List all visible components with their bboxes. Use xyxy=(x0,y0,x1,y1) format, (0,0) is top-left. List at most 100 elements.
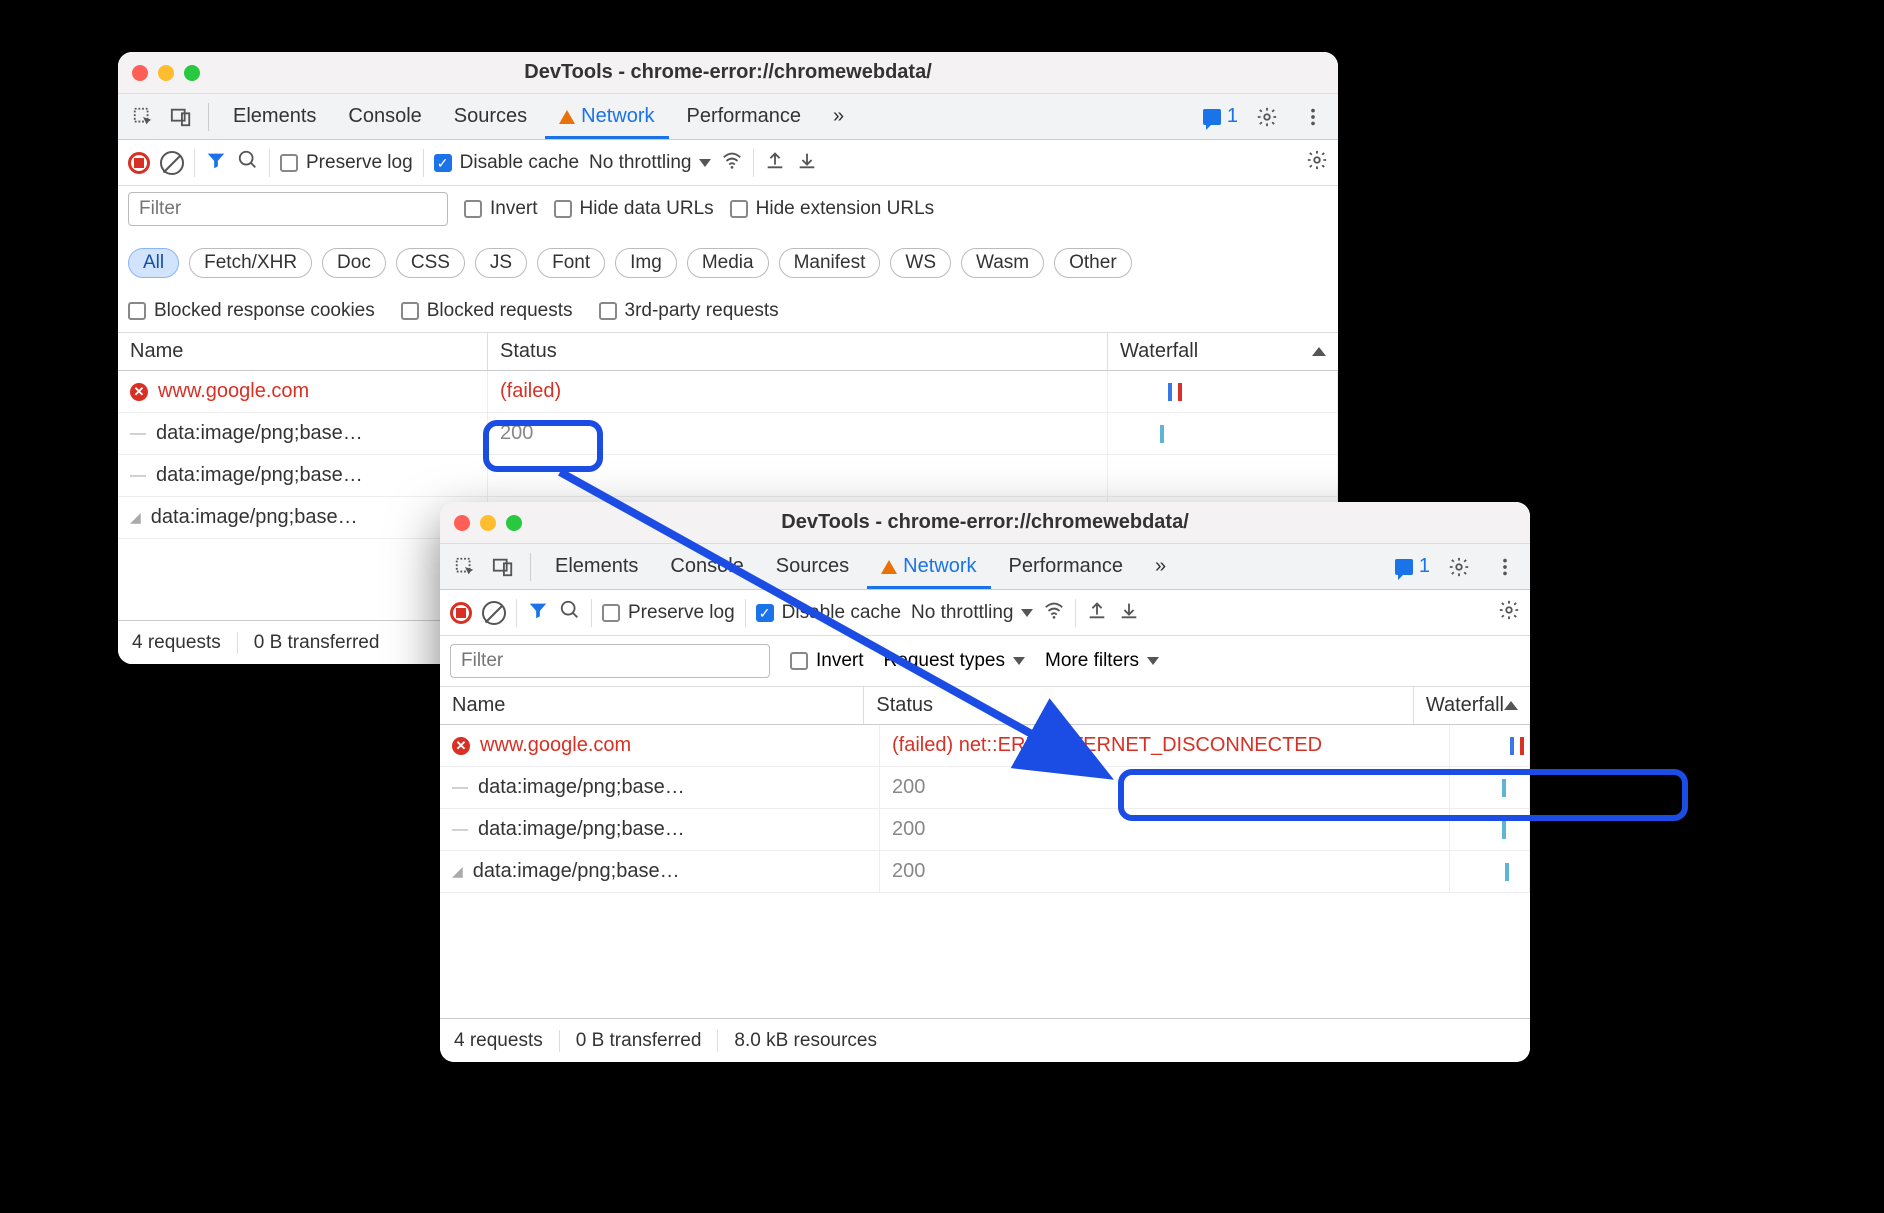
record-button[interactable] xyxy=(450,602,472,624)
tab-network[interactable]: Network xyxy=(867,544,990,589)
search-icon[interactable] xyxy=(237,149,259,177)
preserve-log-checkbox[interactable]: Preserve log xyxy=(280,152,413,174)
tab-sources[interactable]: Sources xyxy=(762,544,863,589)
pill-media[interactable]: Media xyxy=(687,248,769,278)
table-row[interactable]: —data:image/png;base… xyxy=(118,455,1338,497)
filter-toggle-icon[interactable] xyxy=(205,149,227,177)
network-conditions-icon[interactable] xyxy=(721,149,743,177)
upload-har-icon[interactable] xyxy=(1086,599,1108,627)
upload-har-icon[interactable] xyxy=(764,149,786,177)
search-icon[interactable] xyxy=(559,599,581,627)
table-row[interactable]: —data:image/png;base… 200 xyxy=(118,413,1338,455)
col-name[interactable]: Name xyxy=(118,333,488,370)
pill-font[interactable]: Font xyxy=(537,248,605,278)
table-row[interactable]: ✕www.google.com (failed) net::ERR_INTERN… xyxy=(440,725,1530,767)
pill-js[interactable]: JS xyxy=(475,248,527,278)
filter-input[interactable] xyxy=(128,192,448,226)
filter-toggle-icon[interactable] xyxy=(527,599,549,627)
pill-all[interactable]: All xyxy=(128,248,179,278)
device-toggle-icon[interactable] xyxy=(486,550,520,584)
disable-cache-checkbox[interactable]: ✓Disable cache xyxy=(756,602,901,624)
tab-network[interactable]: Network xyxy=(545,94,668,139)
table-row[interactable]: ◢data:image/png;base… 200 xyxy=(440,851,1530,893)
filter-input[interactable] xyxy=(450,644,770,678)
extra-filter-checks: Blocked response cookies Blocked request… xyxy=(128,300,1328,326)
tab-elements[interactable]: Elements xyxy=(541,544,652,589)
third-party-checkbox[interactable]: 3rd-party requests xyxy=(599,300,779,322)
close-window-button[interactable] xyxy=(454,515,470,531)
dash-icon: — xyxy=(130,467,146,485)
tab-elements[interactable]: Elements xyxy=(219,94,330,139)
pill-ws[interactable]: WS xyxy=(890,248,951,278)
col-status[interactable]: Status xyxy=(864,687,1413,724)
tab-sources[interactable]: Sources xyxy=(440,94,541,139)
request-types-dropdown[interactable]: Request types xyxy=(884,650,1025,672)
minimize-window-button[interactable] xyxy=(158,65,174,81)
table-row[interactable]: ✕www.google.com (failed) xyxy=(118,371,1338,413)
close-window-button[interactable] xyxy=(132,65,148,81)
titlebar[interactable]: DevTools - chrome-error://chromewebdata/ xyxy=(440,502,1530,544)
message-icon xyxy=(1395,559,1413,575)
tab-performance[interactable]: Performance xyxy=(995,544,1138,589)
pill-other[interactable]: Other xyxy=(1054,248,1132,278)
table-row[interactable]: —data:image/png;base… 200 xyxy=(440,767,1530,809)
network-settings-icon[interactable] xyxy=(1306,149,1328,177)
col-status[interactable]: Status xyxy=(488,333,1108,370)
dash-icon: — xyxy=(452,779,468,797)
tabs-overflow[interactable]: » xyxy=(819,94,858,139)
preserve-log-checkbox[interactable]: Preserve log xyxy=(602,602,735,624)
blocked-cookies-checkbox[interactable]: Blocked response cookies xyxy=(128,300,375,322)
issues-button[interactable]: 1 xyxy=(1395,555,1430,578)
zoom-window-button[interactable] xyxy=(506,515,522,531)
table-row[interactable]: —data:image/png;base… 200 xyxy=(440,809,1530,851)
download-har-icon[interactable] xyxy=(796,149,818,177)
network-conditions-icon[interactable] xyxy=(1043,599,1065,627)
kebab-icon[interactable] xyxy=(1296,100,1330,134)
download-har-icon[interactable] xyxy=(1118,599,1140,627)
throttling-select[interactable]: No throttling xyxy=(589,152,711,174)
pill-img[interactable]: Img xyxy=(615,248,677,278)
pill-doc[interactable]: Doc xyxy=(322,248,386,278)
minimize-window-button[interactable] xyxy=(480,515,496,531)
throttling-select[interactable]: No throttling xyxy=(911,602,1033,624)
filterbar: Invert Request types More filters xyxy=(440,636,1530,687)
invert-checkbox[interactable]: Invert xyxy=(790,650,864,672)
request-name: data:image/png;base… xyxy=(473,860,680,883)
zoom-window-button[interactable] xyxy=(184,65,200,81)
blocked-requests-checkbox[interactable]: Blocked requests xyxy=(401,300,573,322)
more-filters-dropdown[interactable]: More filters xyxy=(1045,650,1159,672)
divider xyxy=(530,553,531,581)
status-transferred: 0 B transferred xyxy=(560,1030,719,1052)
network-settings-icon[interactable] xyxy=(1498,599,1520,627)
kebab-icon[interactable] xyxy=(1488,550,1522,584)
record-button[interactable] xyxy=(128,152,150,174)
titlebar[interactable]: DevTools - chrome-error://chromewebdata/ xyxy=(118,52,1338,94)
separator xyxy=(516,599,517,627)
clear-button[interactable] xyxy=(160,151,184,175)
settings-icon[interactable] xyxy=(1250,100,1284,134)
device-toggle-icon[interactable] xyxy=(164,100,198,134)
issues-button[interactable]: 1 xyxy=(1203,105,1238,128)
request-name: data:image/png;base… xyxy=(156,422,363,445)
tab-performance[interactable]: Performance xyxy=(673,94,816,139)
invert-checkbox[interactable]: Invert xyxy=(464,198,538,220)
pill-fetchxhr[interactable]: Fetch/XHR xyxy=(189,248,312,278)
tabs-overflow[interactable]: » xyxy=(1141,544,1180,589)
pill-css[interactable]: CSS xyxy=(396,248,465,278)
pill-wasm[interactable]: Wasm xyxy=(961,248,1044,278)
settings-icon[interactable] xyxy=(1442,550,1476,584)
col-name[interactable]: Name xyxy=(440,687,864,724)
pill-manifest[interactable]: Manifest xyxy=(779,248,881,278)
inspect-icon[interactable] xyxy=(126,100,160,134)
clear-button[interactable] xyxy=(482,601,506,625)
hide-data-urls-checkbox[interactable]: Hide data URLs xyxy=(554,198,714,220)
hide-extension-urls-checkbox[interactable]: Hide extension URLs xyxy=(730,198,934,220)
disable-cache-checkbox[interactable]: ✓Disable cache xyxy=(434,152,579,174)
col-waterfall[interactable]: Waterfall xyxy=(1414,687,1530,724)
inspect-icon[interactable] xyxy=(448,550,482,584)
window-title: DevTools - chrome-error://chromewebdata/ xyxy=(118,61,1338,84)
tab-console[interactable]: Console xyxy=(334,94,435,139)
col-waterfall[interactable]: Waterfall xyxy=(1108,333,1338,370)
tab-console[interactable]: Console xyxy=(656,544,757,589)
network-grid-header: Name Status Waterfall xyxy=(118,333,1338,371)
